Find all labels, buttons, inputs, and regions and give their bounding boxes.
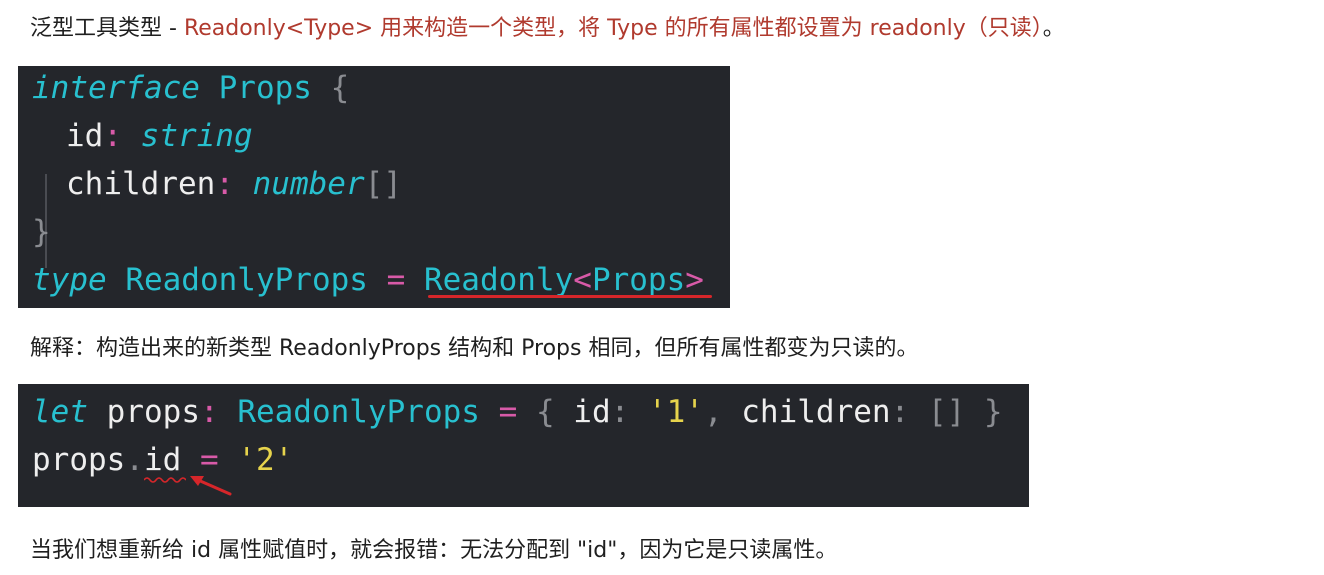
- colon: :: [103, 118, 122, 154]
- error-note-paragraph: 当我们想重新给 id 属性赋值时，就会报错：无法分配到 "id"，因为它是只读属…: [30, 538, 838, 563]
- angle-open: <: [573, 262, 592, 298]
- intro-suffix: 。: [1042, 16, 1065, 41]
- utility-type: Readonly: [423, 262, 574, 298]
- intro-highlight: Readonly<Type> 用来构造一个类型，将 Type 的所有属性都设置为…: [183, 16, 1043, 41]
- colon: :: [215, 166, 234, 202]
- colon: :: [610, 394, 648, 430]
- key-id: id: [573, 394, 611, 430]
- brace-open: {: [535, 394, 574, 430]
- code-line-4: }: [32, 210, 51, 254]
- type-argument: Props: [591, 262, 686, 298]
- code-block-assignment: let props: ReadonlyProps = { id: '1', ch…: [18, 384, 1029, 507]
- key-children: children: [741, 394, 891, 430]
- equals: =: [181, 442, 238, 478]
- code-line-1: interface Props {: [32, 66, 349, 110]
- colon: :: [199, 394, 219, 430]
- code-block-interface: interface Props { id: string children: n…: [18, 66, 730, 308]
- error-squiggle: [144, 477, 186, 483]
- code-line-1: let props: ReadonlyProps = { id: '1', ch…: [32, 390, 1003, 434]
- prop-name: id: [66, 118, 104, 154]
- alias-name: ReadonlyProps: [106, 262, 368, 298]
- explanation-paragraph: 解释：构造出来的新类型 ReadonlyProps 结构和 Props 相同，但…: [30, 336, 919, 361]
- property-access: id: [144, 442, 182, 478]
- colon: :: [890, 394, 928, 430]
- prop-type: number: [233, 166, 365, 202]
- type-name: Props: [199, 70, 312, 106]
- equals: =: [367, 262, 424, 298]
- intro-prefix: 泛型工具类型 -: [30, 16, 184, 41]
- string-value: '2': [237, 442, 294, 478]
- prop-name: children: [66, 166, 216, 202]
- red-underline-annotation: [428, 295, 712, 298]
- brace-close: }: [32, 214, 51, 250]
- comma: ,: [703, 394, 742, 430]
- object-ref: props: [32, 442, 126, 478]
- code-line-2: id: string: [66, 114, 253, 158]
- intro-paragraph: 泛型工具类型 - Readonly<Type> 用来构造一个类型，将 Type …: [30, 10, 1065, 42]
- red-arrow-annotation: [190, 476, 232, 496]
- keyword-let: let: [32, 394, 88, 430]
- string-value: '1': [647, 394, 704, 430]
- angle-close: >: [685, 262, 704, 298]
- array-brackets: []: [364, 166, 402, 202]
- code-line-3: children: number[]: [66, 162, 402, 206]
- keyword-type: type: [32, 262, 107, 298]
- dot: .: [125, 442, 144, 478]
- keyword-interface: interface: [32, 70, 200, 106]
- variable-name: props: [88, 394, 200, 430]
- brace-close: }: [965, 394, 1003, 430]
- type-annotation: ReadonlyProps: [218, 394, 480, 430]
- prop-type: string: [122, 118, 253, 154]
- equals: =: [479, 394, 536, 430]
- array-literal: []: [927, 394, 966, 430]
- brace-open: {: [311, 70, 350, 106]
